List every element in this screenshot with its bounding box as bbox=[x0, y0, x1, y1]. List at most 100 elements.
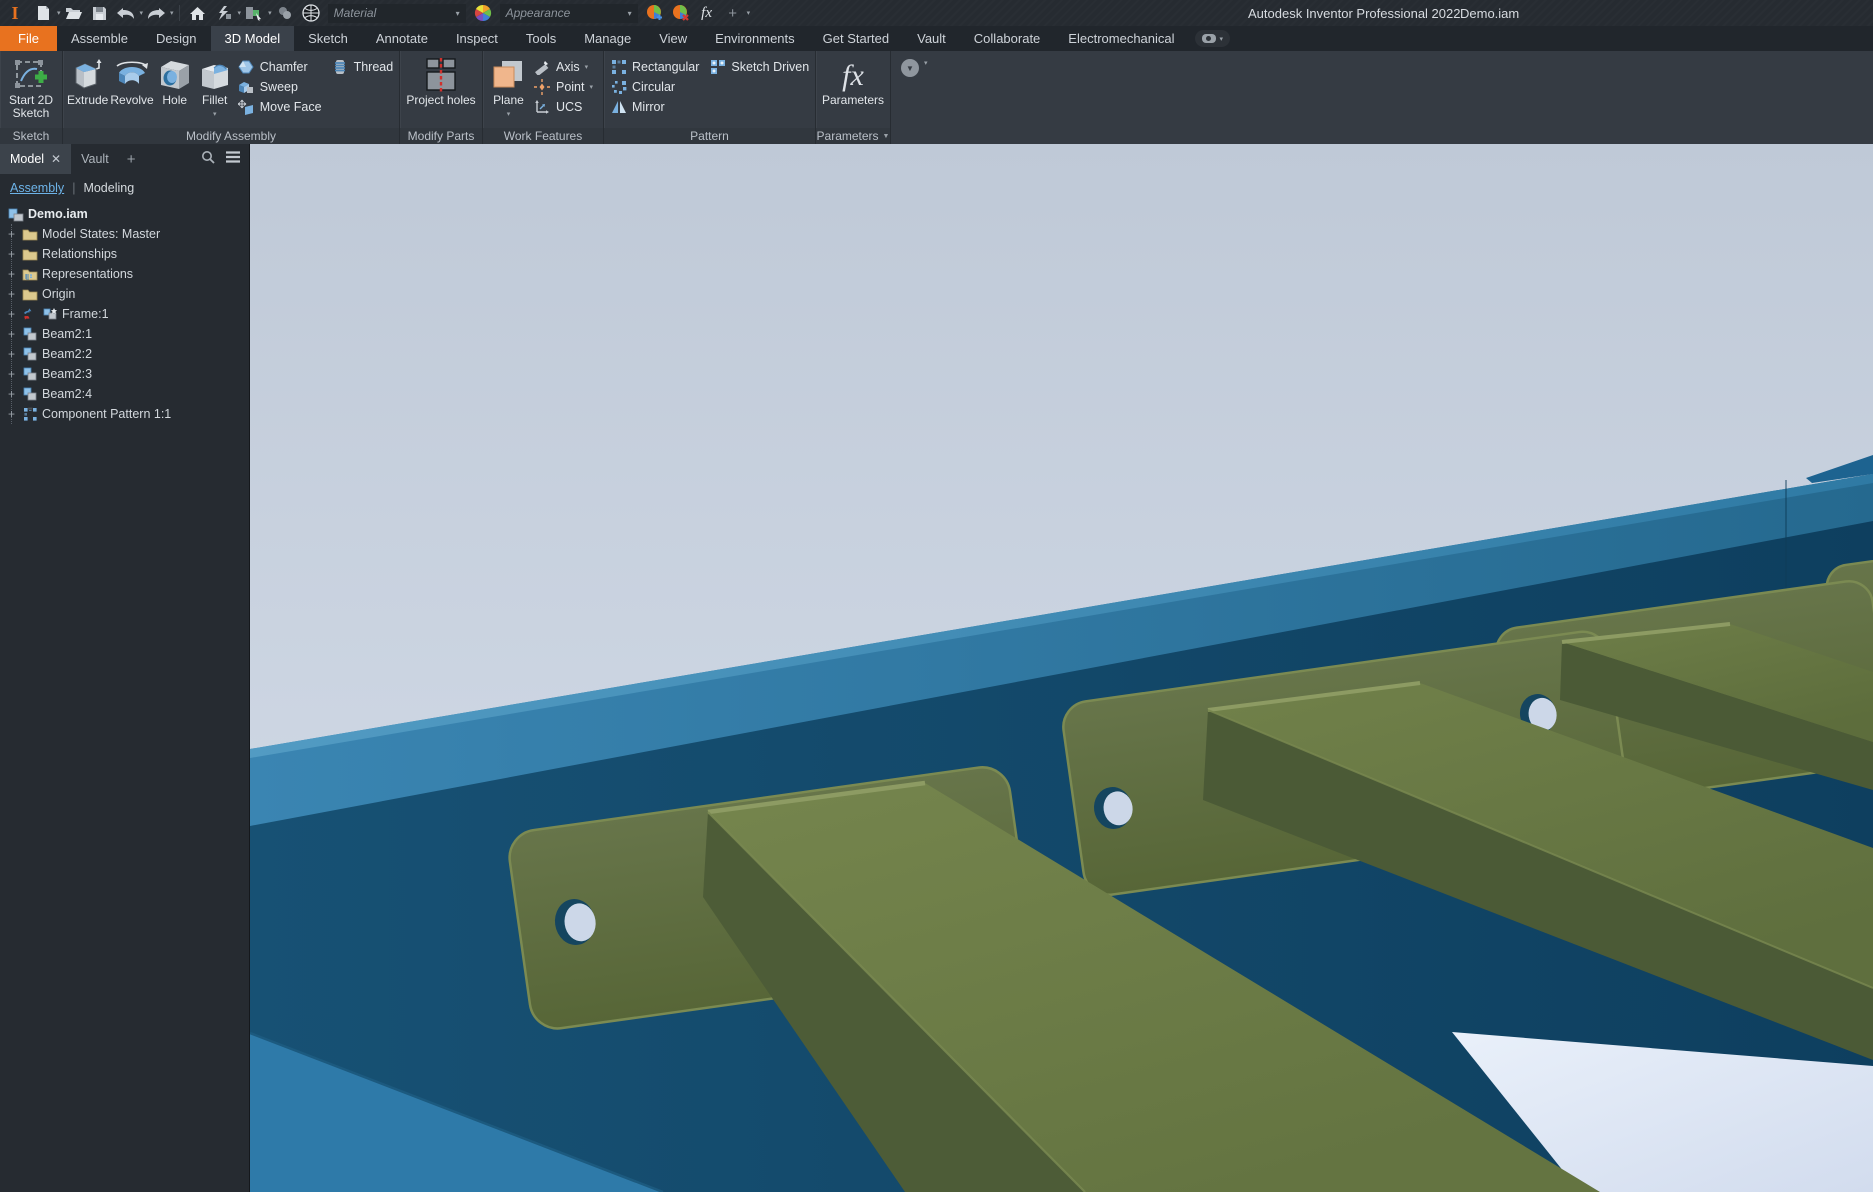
tab-assemble[interactable]: Assemble bbox=[57, 26, 142, 51]
sweep-button[interactable]: Sweep bbox=[236, 77, 328, 97]
adjust-appearance-icon[interactable] bbox=[643, 3, 667, 23]
tree-item-model-states[interactable]: + Model States: Master bbox=[0, 224, 249, 244]
tab-design[interactable]: Design bbox=[142, 26, 210, 51]
panel-label-modify-assembly[interactable]: Modify Assembly bbox=[63, 128, 399, 144]
tab-3d-model[interactable]: 3D Model bbox=[210, 26, 295, 51]
open-file-icon[interactable] bbox=[62, 3, 86, 23]
browser-search-icon[interactable] bbox=[201, 150, 215, 169]
parameters-button[interactable]: fx Parameters bbox=[820, 54, 886, 107]
point-button[interactable]: Point ▾ bbox=[532, 77, 599, 97]
tab-get-started[interactable]: Get Started bbox=[809, 26, 903, 51]
appearance-combobox[interactable]: Appearance ▾ bbox=[499, 3, 638, 23]
move-face-button[interactable]: Move Face bbox=[236, 97, 328, 117]
expand-icon[interactable]: + bbox=[6, 367, 17, 381]
fillet-caret[interactable]: ▾ bbox=[213, 108, 217, 121]
inventor-logo-icon[interactable]: I bbox=[1, 3, 29, 23]
panel-label-work-features[interactable]: Work Features bbox=[483, 128, 603, 144]
browser-add-tab-button[interactable]: + bbox=[119, 151, 144, 168]
view-tab-assembly[interactable]: Assembly bbox=[10, 181, 64, 195]
start-2d-sketch-button[interactable]: Start 2D Sketch bbox=[4, 54, 58, 120]
tree-item-root-assembly[interactable]: Demo.iam bbox=[0, 204, 249, 224]
material-combobox-caret[interactable]: ▾ bbox=[456, 9, 460, 18]
graphics-caret[interactable]: ▾ bbox=[238, 9, 242, 17]
axis-caret[interactable]: ▾ bbox=[585, 63, 589, 71]
expand-icon[interactable]: + bbox=[6, 387, 17, 401]
tab-electromechanical[interactable]: Electromechanical bbox=[1054, 26, 1188, 51]
undo-icon[interactable] bbox=[114, 3, 138, 23]
mirror-button[interactable]: Mirror bbox=[608, 97, 705, 117]
tree-item-beam2-4[interactable]: + Beam2:4 bbox=[0, 384, 249, 404]
chamfer-button[interactable]: Chamfer bbox=[236, 57, 328, 77]
expand-icon[interactable]: + bbox=[6, 267, 17, 281]
sketch-driven-pattern-button[interactable]: Sketch Driven bbox=[707, 57, 815, 77]
tab-sketch[interactable]: Sketch bbox=[294, 26, 362, 51]
expand-icon[interactable]: + bbox=[6, 287, 17, 301]
undo-caret[interactable]: ▾ bbox=[140, 9, 144, 17]
new-file-icon[interactable] bbox=[31, 3, 55, 23]
browser-tab-vault[interactable]: Vault bbox=[71, 144, 119, 174]
tab-tools[interactable]: Tools bbox=[512, 26, 570, 51]
tree-item-beam2-3[interactable]: + Beam2:3 bbox=[0, 364, 249, 384]
expand-icon[interactable]: + bbox=[6, 407, 17, 421]
clear-appearance-icon[interactable] bbox=[669, 3, 693, 23]
parameters-panel-caret[interactable]: ▼ bbox=[883, 133, 890, 140]
axis-button[interactable]: Axis ▾ bbox=[532, 57, 599, 77]
measure-icon[interactable] bbox=[273, 3, 297, 23]
point-caret[interactable]: ▾ bbox=[589, 83, 593, 91]
panel-label-sketch[interactable]: Sketch bbox=[0, 128, 62, 144]
expand-icon[interactable]: + bbox=[6, 347, 17, 361]
tree-item-beam2-1[interactable]: + Beam2:1 bbox=[0, 324, 249, 344]
tab-inspect[interactable]: Inspect bbox=[442, 26, 512, 51]
save-icon[interactable] bbox=[88, 3, 112, 23]
component-select-icon[interactable] bbox=[242, 3, 266, 23]
viewport-3d[interactable] bbox=[250, 144, 1873, 1192]
browser-tab-model[interactable]: Model ✕ bbox=[0, 144, 72, 174]
expand-icon[interactable]: + bbox=[6, 307, 17, 321]
thread-button[interactable]: Thread bbox=[330, 57, 400, 77]
plane-caret[interactable]: ▾ bbox=[507, 108, 511, 121]
ucs-button[interactable]: UCS bbox=[532, 97, 599, 117]
add-quick-access-icon[interactable]: + bbox=[721, 3, 745, 23]
appearance-wheel-icon[interactable] bbox=[471, 3, 495, 23]
tab-file[interactable]: File bbox=[0, 26, 57, 51]
ribbon-options-caret[interactable]: ▾ bbox=[924, 59, 928, 67]
material-sphere-icon[interactable] bbox=[299, 3, 323, 23]
expand-icon[interactable]: + bbox=[6, 247, 17, 261]
project-holes-button[interactable]: Project holes bbox=[404, 54, 478, 107]
tree-item-beam2-2[interactable]: + Beam2:2 bbox=[0, 344, 249, 364]
panel-label-modify-parts[interactable]: Modify Parts bbox=[400, 128, 482, 144]
new-file-caret[interactable]: ▾ bbox=[57, 9, 61, 17]
panel-label-pattern[interactable]: Pattern bbox=[604, 128, 815, 144]
tree-item-representations[interactable]: + Representations bbox=[0, 264, 249, 284]
select-caret[interactable]: ▾ bbox=[268, 9, 272, 17]
circular-pattern-button[interactable]: Circular bbox=[608, 77, 705, 97]
redo-caret[interactable]: ▾ bbox=[170, 9, 174, 17]
browser-menu-icon[interactable] bbox=[225, 150, 241, 168]
tree-item-relationships[interactable]: + Relationships bbox=[0, 244, 249, 264]
ribbon-options-button[interactable]: ▼ bbox=[901, 59, 919, 77]
connector-caret[interactable]: ▾ bbox=[1220, 35, 1224, 43]
tab-vault[interactable]: Vault bbox=[903, 26, 960, 51]
redo-icon[interactable] bbox=[144, 3, 168, 23]
quick-access-caret[interactable]: ▾ bbox=[747, 9, 751, 17]
tab-collaborate[interactable]: Collaborate bbox=[960, 26, 1055, 51]
tree-item-component-pattern[interactable]: + Component Pattern 1:1 bbox=[0, 404, 249, 424]
panel-label-parameters[interactable]: Parameters ▼ bbox=[816, 128, 890, 144]
hole-button[interactable]: Hole bbox=[156, 54, 194, 107]
plane-button[interactable]: Plane ▾ bbox=[487, 54, 530, 121]
parameters-fx-icon[interactable]: fx bbox=[695, 3, 719, 23]
tree-item-frame-1[interactable]: + Frame:1 bbox=[0, 304, 249, 324]
revolve-button[interactable]: Revolve bbox=[110, 54, 154, 107]
material-combobox[interactable]: Material ▾ bbox=[327, 3, 466, 23]
home-view-icon[interactable] bbox=[186, 3, 210, 23]
expand-icon[interactable]: + bbox=[6, 227, 17, 241]
tab-view[interactable]: View bbox=[645, 26, 701, 51]
tab-manage[interactable]: Manage bbox=[570, 26, 645, 51]
appearance-combobox-caret[interactable]: ▾ bbox=[628, 9, 632, 18]
tree-item-origin[interactable]: + Origin bbox=[0, 284, 249, 304]
fillet-button[interactable]: Fillet ▾ bbox=[196, 54, 234, 121]
view-tab-modeling[interactable]: Modeling bbox=[83, 181, 134, 195]
browser-tab-close-icon[interactable]: ✕ bbox=[51, 152, 61, 166]
tab-annotate[interactable]: Annotate bbox=[362, 26, 442, 51]
local-graphics-icon[interactable] bbox=[212, 3, 236, 23]
